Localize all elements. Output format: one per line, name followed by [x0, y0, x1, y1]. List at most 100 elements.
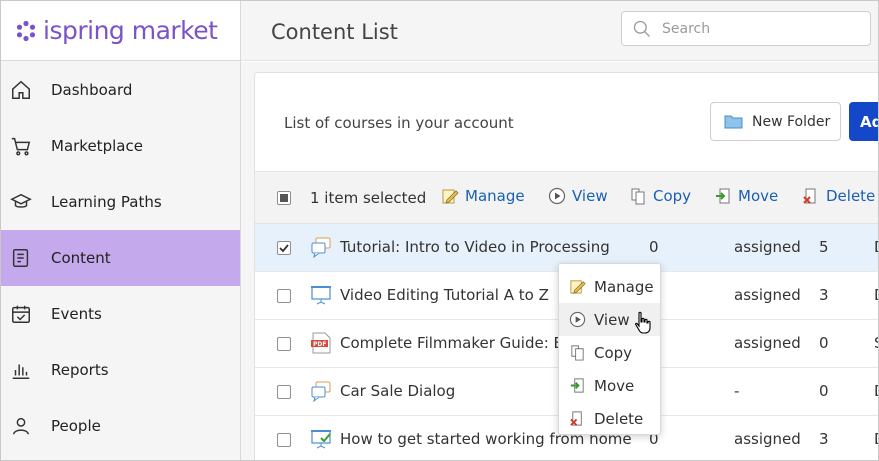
- brand-name: ispring market: [43, 16, 218, 45]
- pdf-icon: PDF: [311, 332, 331, 354]
- toolbar-action-label: Manage: [465, 187, 525, 205]
- row-col4: D: [874, 238, 878, 256]
- row-col4: D: [874, 382, 878, 400]
- toolbar-copy-button[interactable]: Copy: [629, 187, 691, 205]
- search-box[interactable]: [621, 11, 871, 46]
- toolbar-action-label: Copy: [653, 187, 692, 205]
- row-checkbox[interactable]: [277, 241, 291, 255]
- sidebar: ispring market Dashboard Marketplace Lea…: [1, 1, 241, 460]
- folder-icon: [724, 115, 743, 129]
- dialog-icon: [311, 237, 331, 258]
- row-col3: 3: [819, 286, 829, 304]
- context-menu-label: Copy: [594, 343, 633, 362]
- select-all-checkbox[interactable]: [277, 191, 291, 205]
- calendar-check-icon: [9, 302, 33, 326]
- copy-icon: [571, 345, 584, 361]
- delete-icon: [803, 188, 816, 204]
- toolbar-manage-button[interactable]: Manage: [441, 187, 525, 205]
- sidebar-item-label: Dashboard: [51, 81, 133, 99]
- play-circle-icon: [569, 311, 586, 328]
- sidebar-item-events[interactable]: Events: [1, 286, 240, 342]
- row-name[interactable]: Tutorial: Intro to Video in Processing: [340, 238, 610, 256]
- row-col3: 0: [819, 334, 829, 352]
- move-icon: [570, 378, 584, 393]
- context-menu-move[interactable]: Move: [559, 369, 660, 402]
- row-status: assigned: [734, 238, 801, 256]
- row-name[interactable]: Complete Filmmaker Guide: Be: [340, 334, 573, 352]
- sidebar-item-marketplace[interactable]: Marketplace: [1, 118, 240, 174]
- sidebar-item-learning-paths[interactable]: Learning Paths: [1, 174, 240, 230]
- context-menu-label: Manage: [594, 277, 654, 296]
- document-list-icon: [9, 246, 33, 270]
- delete-icon: [570, 411, 582, 426]
- panel-header: List of courses in your account New Fold…: [255, 73, 878, 172]
- context-menu: Manage View Copy Move Delete: [558, 263, 661, 435]
- add-content-label: Ad: [860, 112, 878, 131]
- toolbar-delete-button[interactable]: Delete: [802, 187, 875, 205]
- person-icon: [9, 414, 33, 438]
- graduation-cap-icon: [9, 190, 33, 214]
- toolbar-action-label: Delete: [826, 187, 876, 205]
- sidebar-item-content[interactable]: Content: [1, 230, 240, 286]
- sidebar-item-label: Content: [51, 249, 111, 267]
- logo-flower-icon: [16, 20, 36, 41]
- row-status: assigned: [734, 430, 801, 448]
- row-name[interactable]: Car Sale Dialog: [340, 382, 455, 400]
- add-content-button[interactable]: Ad: [849, 102, 878, 141]
- row-checkbox[interactable]: [277, 433, 291, 447]
- row-checkbox[interactable]: [277, 385, 291, 399]
- row-checkbox[interactable]: [277, 337, 291, 351]
- row-col4: D: [874, 430, 878, 448]
- row-col3: 0: [819, 382, 829, 400]
- svg-text:PDF: PDF: [313, 341, 326, 348]
- brand-logo[interactable]: ispring market: [1, 1, 240, 61]
- checkmark-icon: [279, 244, 289, 253]
- sidebar-item-label: Reports: [51, 361, 109, 379]
- row-status: assigned: [734, 286, 801, 304]
- sidebar-item-people[interactable]: People: [1, 398, 240, 454]
- sidebar-item-reports[interactable]: Reports: [1, 342, 240, 398]
- toolbar-action-label: View: [572, 187, 608, 205]
- new-folder-button[interactable]: New Folder: [710, 102, 841, 141]
- copy-icon: [631, 188, 645, 205]
- play-circle-icon: [548, 187, 566, 205]
- quiz-presentation-icon: [311, 430, 331, 449]
- move-icon: [716, 188, 730, 204]
- row-col4: S: [874, 334, 878, 352]
- context-menu-manage[interactable]: Manage: [559, 270, 660, 303]
- top-header: Content List: [241, 1, 878, 61]
- app-window: ispring market Dashboard Marketplace Lea…: [0, 0, 879, 461]
- toolbar-move-button[interactable]: Move: [714, 187, 778, 205]
- bar-chart-icon: [9, 358, 33, 382]
- row-status: -: [734, 382, 740, 400]
- selection-toolbar: 1 item selected Manage View Copy Move De…: [255, 172, 878, 224]
- home-icon: [9, 78, 33, 102]
- page-title: Content List: [271, 20, 398, 44]
- row-col3: 5: [819, 238, 829, 256]
- pencil-note-icon: [570, 280, 586, 294]
- search-input[interactable]: [662, 20, 862, 37]
- sidebar-item-dashboard[interactable]: Dashboard: [1, 62, 240, 118]
- panel-subtitle: List of courses in your account: [284, 114, 514, 132]
- context-menu-copy[interactable]: Copy: [559, 336, 660, 369]
- row-col1: 0: [649, 238, 659, 256]
- presentation-icon: [311, 286, 331, 305]
- sidebar-item-label: Learning Paths: [51, 193, 162, 211]
- sidebar-item-label: People: [51, 417, 101, 435]
- pencil-note-icon: [442, 189, 459, 204]
- context-menu-label: Move: [594, 376, 635, 395]
- toolbar-action-label: Move: [738, 187, 779, 205]
- sidebar-item-label: Marketplace: [51, 137, 143, 155]
- dialog-icon: [311, 381, 331, 402]
- new-folder-label: New Folder: [752, 113, 831, 130]
- row-status: assigned: [734, 334, 801, 352]
- search-icon: [633, 20, 650, 37]
- toolbar-view-button[interactable]: View: [548, 187, 608, 205]
- row-checkbox[interactable]: [277, 289, 291, 303]
- row-name[interactable]: Video Editing Tutorial A to Z: [340, 286, 549, 304]
- context-menu-delete[interactable]: Delete: [559, 402, 660, 435]
- sidebar-item-label: Events: [51, 305, 102, 323]
- hand-cursor-icon: [635, 311, 651, 334]
- context-menu-label: Delete: [594, 409, 644, 428]
- cart-icon: [9, 134, 33, 158]
